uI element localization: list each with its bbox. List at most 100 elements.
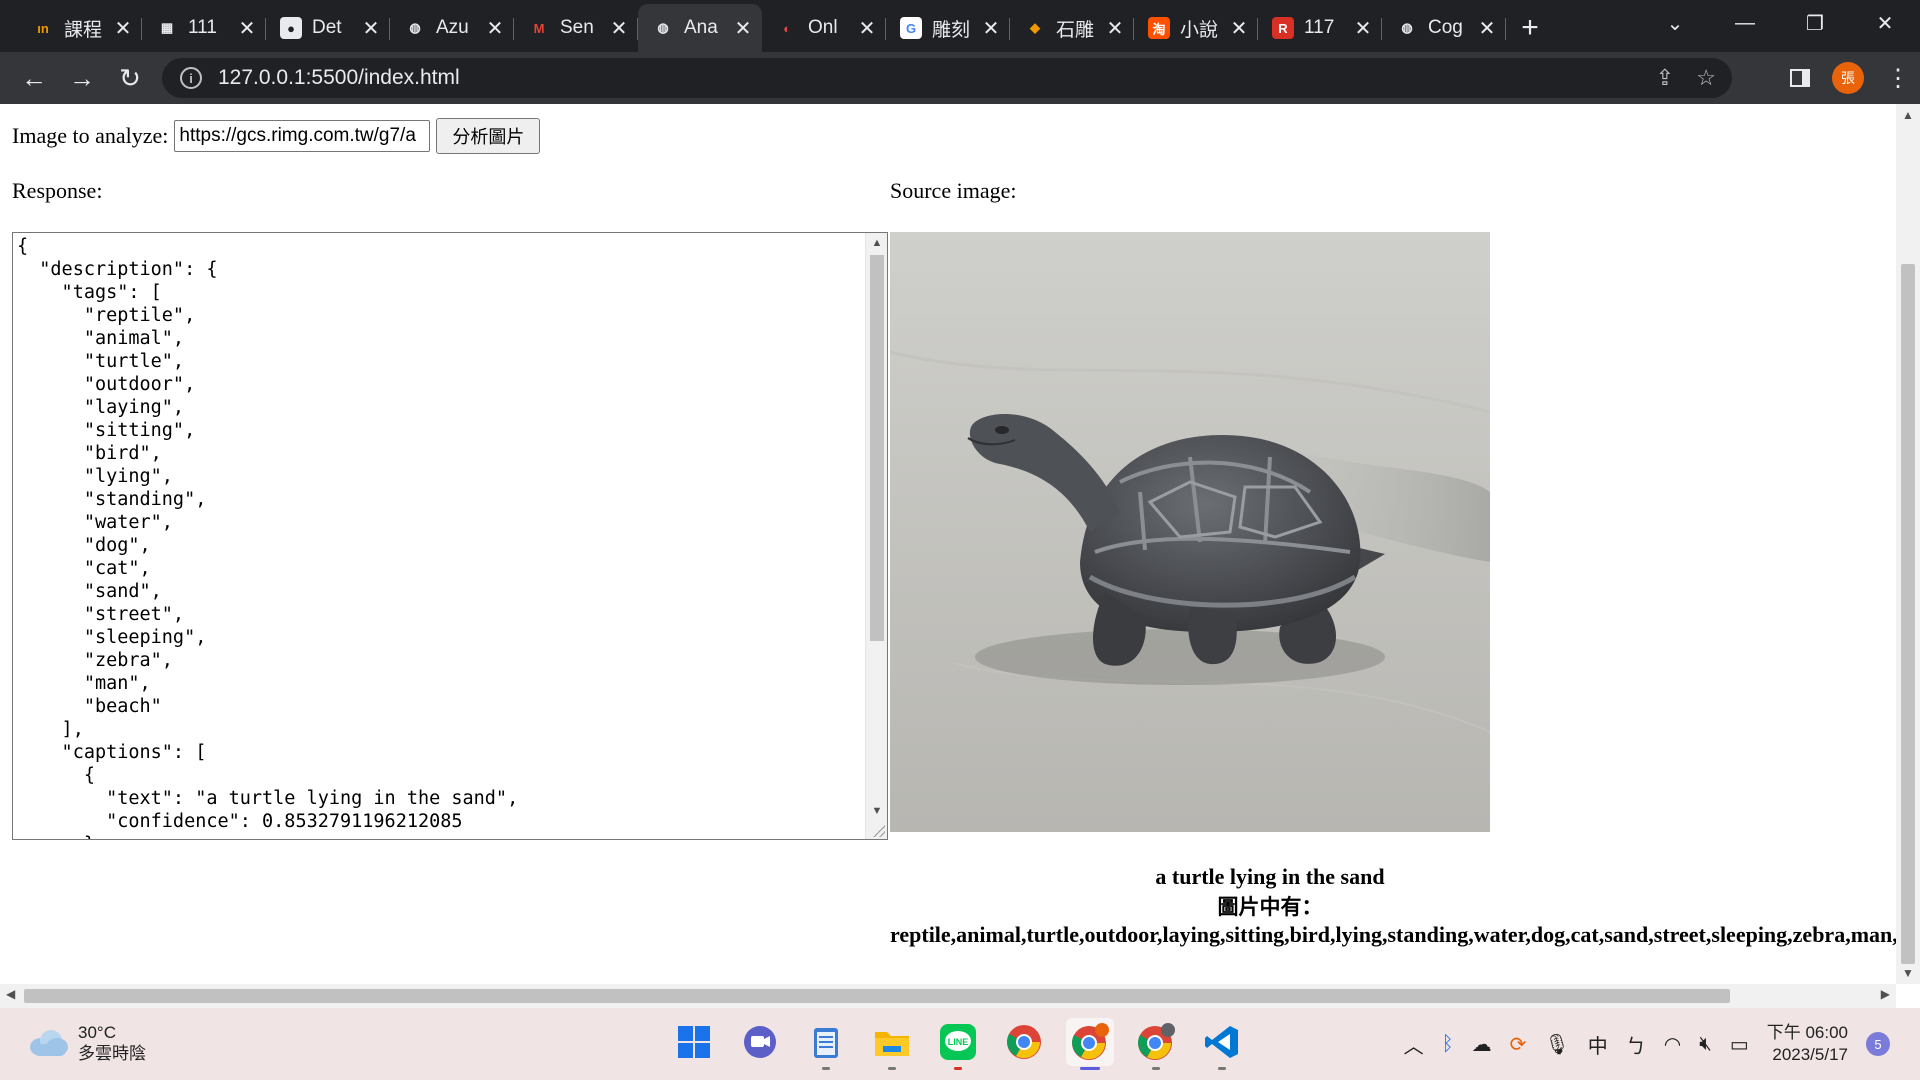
- tab-title: Cog: [1428, 17, 1463, 38]
- tab-close-icon[interactable]: ✕: [362, 16, 380, 41]
- browser-tab[interactable]: ▦ 111 ✕: [142, 6, 266, 50]
- browser-tab[interactable]: M Sen ✕: [514, 6, 638, 50]
- ime-language[interactable]: 中: [1588, 1030, 1608, 1059]
- weather-widget[interactable]: 30°C 多雲時陰: [28, 1022, 146, 1064]
- browser-tab[interactable]: ın 課程 ✕: [18, 6, 142, 50]
- sync-icon[interactable]: ⟳: [1510, 1032, 1527, 1057]
- weather-cloud-icon: [28, 1028, 68, 1058]
- scroll-down-arrow-icon[interactable]: ▼: [866, 801, 887, 821]
- tab-favicon-icon: ◍: [657, 20, 669, 35]
- file-explorer-icon[interactable]: [868, 1018, 916, 1070]
- response-textarea[interactable]: { "description": { "tags": [ "reptile", …: [12, 232, 888, 840]
- line-app-icon[interactable]: LINE: [934, 1018, 982, 1070]
- browser-tab[interactable]: R 117 ✕: [1258, 6, 1382, 50]
- tab-title: Azu: [436, 17, 469, 38]
- chrome-icon[interactable]: [1000, 1018, 1048, 1066]
- start-button[interactable]: [670, 1018, 718, 1066]
- clock-date: 2023/5/17: [1772, 1045, 1848, 1064]
- bluetooth-icon[interactable]: ᛒ: [1442, 1033, 1454, 1056]
- browser-tab[interactable]: ● Det ✕: [266, 6, 390, 50]
- chrome-profile-2-icon[interactable]: [1132, 1018, 1180, 1070]
- page-vertical-scrollbar[interactable]: ▲ ▼: [1896, 104, 1920, 984]
- wifi-icon[interactable]: ◠: [1664, 1032, 1681, 1057]
- new-tab-button[interactable]: +: [1506, 6, 1554, 50]
- url-text[interactable]: 127.0.0.1:5500/index.html: [218, 66, 460, 90]
- tab-close-icon[interactable]: ✕: [1230, 16, 1248, 41]
- notepad-icon[interactable]: [802, 1018, 850, 1070]
- notification-badge[interactable]: 5: [1866, 1032, 1890, 1056]
- browser-tab[interactable]: G 雕刻 ✕: [886, 6, 1010, 50]
- resize-handle-icon[interactable]: [873, 825, 885, 837]
- share-icon[interactable]: ⇪: [1656, 65, 1674, 91]
- scroll-up-arrow-icon[interactable]: ▲: [866, 233, 887, 253]
- browser-tab[interactable]: ◍ Ana ✕: [638, 4, 762, 52]
- tab-close-icon[interactable]: ✕: [734, 16, 752, 41]
- bookmark-star-icon[interactable]: ☆: [1696, 65, 1716, 91]
- tab-favicon-icon: ın: [37, 20, 49, 36]
- microphone-icon[interactable]: 🎙︎: [1544, 1032, 1569, 1057]
- tab-title: Onl: [808, 17, 838, 38]
- tab-title: 石雕: [1056, 19, 1095, 41]
- chevron-up-icon[interactable]: ︿: [1404, 1030, 1424, 1059]
- textarea-scroll-thumb[interactable]: [870, 255, 884, 641]
- tab-close-icon[interactable]: ✕: [114, 16, 132, 41]
- forward-icon[interactable]: →: [58, 56, 106, 100]
- menu-kebab-icon[interactable]: ⋮: [1886, 64, 1910, 93]
- tab-title: Sen: [560, 17, 594, 38]
- back-icon[interactable]: ←: [10, 56, 58, 100]
- window-controls: ⌄ — ❐ ✕: [1640, 0, 1920, 46]
- page-scroll-down-icon[interactable]: ▼: [1896, 966, 1920, 980]
- tab-close-icon[interactable]: ✕: [238, 16, 256, 41]
- restore-button[interactable]: ❐: [1780, 0, 1850, 46]
- tab-title: 117: [1304, 17, 1335, 38]
- page-scroll-up-icon[interactable]: ▲: [1896, 108, 1920, 122]
- analyze-button[interactable]: 分析圖片: [436, 118, 541, 154]
- volume-muted-icon[interactable]: 🔇︎: [1699, 1033, 1712, 1056]
- weather-desc: 多雲時陰: [78, 1044, 146, 1063]
- browser-tab[interactable]: ◆ 石雕 ✕: [1010, 6, 1134, 50]
- textarea-scrollbar[interactable]: ▲ ▼: [865, 233, 887, 839]
- minimize-button[interactable]: —: [1710, 0, 1780, 46]
- analyze-form: Image to analyze: 分析圖片: [12, 118, 541, 154]
- vscode-icon[interactable]: [1198, 1018, 1246, 1070]
- tab-close-icon[interactable]: ✕: [1478, 16, 1496, 41]
- tab-title: Det: [312, 17, 342, 38]
- tab-close-icon[interactable]: ✕: [610, 16, 628, 41]
- clock[interactable]: 下午 06:00 2023/5/17: [1767, 1022, 1848, 1066]
- tab-close-icon[interactable]: ✕: [858, 16, 876, 41]
- tab-list: ın 課程 ✕ ▦ 111 ✕ ● Det ✕ ◍ Azu ✕ M Sen ✕ ◍ Ana ✕ ◐ Onl ✕ G 雕刻 ✕ ◆…: [0, 0, 1506, 52]
- page-hscroll-thumb[interactable]: [24, 989, 1730, 1003]
- tab-favicon-icon: ◐: [783, 20, 791, 36]
- tab-search-icon[interactable]: ⌄: [1640, 0, 1710, 46]
- tab-close-icon[interactable]: ✕: [486, 16, 504, 41]
- address-bar[interactable]: i 127.0.0.1:5500/index.html ⇪ ☆: [162, 58, 1732, 98]
- browser-toolbar: ← → ↻ i 127.0.0.1:5500/index.html ⇪ ☆ 張 …: [0, 52, 1920, 104]
- site-info-icon[interactable]: i: [180, 67, 202, 89]
- browser-tab[interactable]: 淘小說 ✕: [1134, 6, 1258, 50]
- tab-favicon-icon: ◍: [1401, 20, 1413, 35]
- tab-favicon-icon: M: [533, 20, 545, 36]
- profile-avatar[interactable]: 張: [1832, 62, 1864, 94]
- svg-text:LINE: LINE: [948, 1037, 969, 1047]
- page-scroll-left-icon[interactable]: ◀: [6, 987, 15, 1001]
- chrome-profile-active-icon[interactable]: [1066, 1018, 1114, 1070]
- tab-close-icon[interactable]: ✕: [1354, 16, 1372, 41]
- tab-favicon-icon: ▦: [160, 20, 174, 35]
- reload-icon[interactable]: ↻: [106, 56, 154, 100]
- page-vscroll-thumb[interactable]: [1901, 264, 1915, 964]
- browser-tab[interactable]: ◍ Azu ✕: [390, 6, 514, 50]
- battery-icon[interactable]: ▭: [1730, 1032, 1749, 1057]
- browser-tab[interactable]: ◍ Cog ✕: [1382, 6, 1506, 50]
- close-window-button[interactable]: ✕: [1850, 0, 1920, 46]
- page-scroll-right-icon[interactable]: ▶: [1881, 987, 1890, 1001]
- side-panel-icon[interactable]: [1790, 69, 1810, 87]
- weather-temp: 30°C: [78, 1023, 116, 1042]
- teams-chat-icon[interactable]: [736, 1018, 784, 1066]
- browser-tab[interactable]: ◐ Onl ✕: [762, 6, 886, 50]
- tab-close-icon[interactable]: ✕: [1106, 16, 1124, 41]
- onedrive-cloud-icon[interactable]: ☁: [1472, 1032, 1492, 1057]
- page-horizontal-scrollbar[interactable]: ◀ ▶: [0, 984, 1896, 1008]
- ime-mode[interactable]: ㄅ: [1626, 1030, 1646, 1059]
- tab-close-icon[interactable]: ✕: [982, 16, 1000, 41]
- image-url-input[interactable]: [174, 120, 431, 152]
